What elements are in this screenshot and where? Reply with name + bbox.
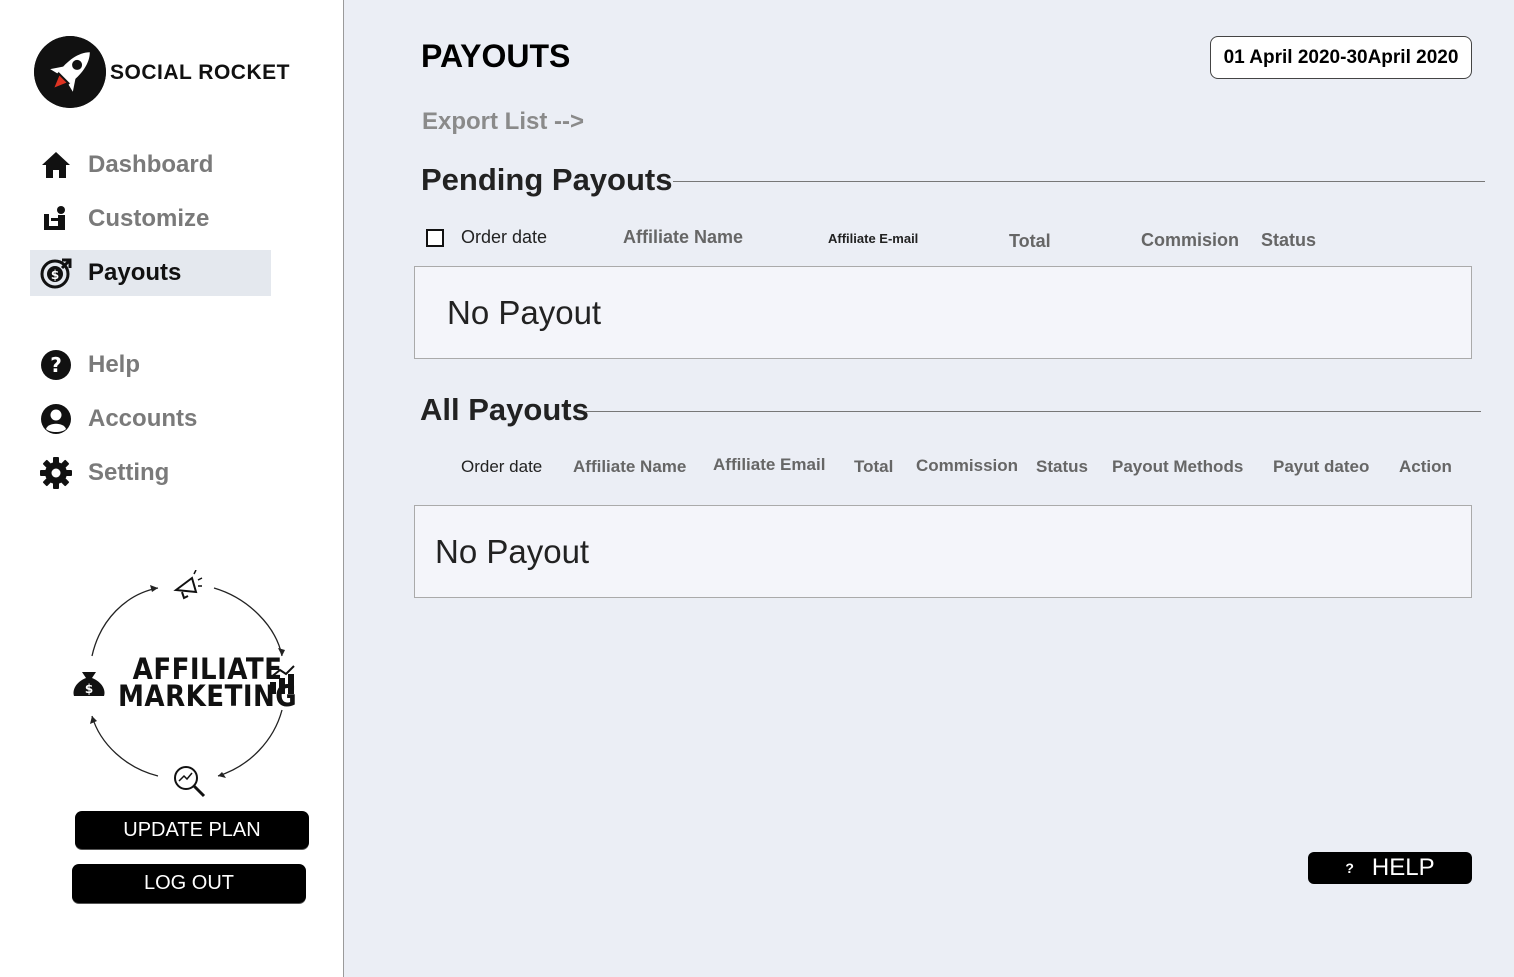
column-header[interactable]: Affiliate Email [713, 455, 825, 475]
svg-text:$: $ [51, 268, 59, 282]
empty-state-text: No Payout [447, 293, 602, 331]
sidebar-item-accounts[interactable]: Accounts [30, 396, 271, 442]
column-header[interactable]: Affiliate E-mail [828, 231, 918, 246]
all-payouts-divider [586, 411, 1481, 412]
help-button[interactable]: ? HELP [1308, 852, 1472, 884]
pending-payouts-table: No Payout [414, 266, 1472, 359]
column-header[interactable]: Total [1009, 231, 1051, 252]
sidebar-item-label: Payouts [88, 259, 182, 286]
column-header[interactable]: Action [1399, 457, 1452, 477]
sidebar-item-dashboard[interactable]: Dashboard [30, 142, 271, 188]
question-icon: ? [1345, 860, 1354, 876]
svg-text:?: ? [50, 353, 62, 377]
sidebar-item-label: Help [88, 351, 141, 378]
column-header[interactable]: Total [854, 457, 893, 477]
brand-name: SOCIAL ROCKET [110, 61, 290, 84]
sidebar-item-label: Dashboard [88, 151, 214, 178]
promo-line-2: MARKETING [118, 679, 298, 713]
sidebar-item-payouts[interactable]: $ Payouts [30, 250, 271, 296]
column-header[interactable]: Affiliate Name [573, 457, 686, 477]
sidebar-item-label: Setting [88, 459, 170, 486]
all-payouts-table: No Payout [414, 505, 1472, 598]
help-button-label: HELP [1371, 854, 1435, 881]
help-icon: ? [38, 347, 74, 383]
customize-icon [38, 201, 74, 237]
column-header[interactable]: Order date [461, 227, 547, 248]
update-plan-button[interactable]: UPDATE PLAN [75, 811, 309, 849]
affiliate-marketing-label: AFFILIATE MARKETING [118, 655, 298, 713]
sidebar-item-label: Customize [88, 205, 210, 232]
sidebar-item-label: Accounts [88, 405, 198, 432]
affiliate-marketing-graphic: $ AFFILIATE MARKETING [70, 570, 300, 800]
column-header[interactable]: Payout Methods [1112, 457, 1243, 477]
column-header[interactable]: Payut dateo [1273, 457, 1369, 477]
account-icon [38, 401, 74, 437]
column-header[interactable]: Commision [1141, 230, 1239, 251]
select-all-checkbox[interactable] [426, 229, 444, 247]
rocket-logo-icon [34, 36, 106, 108]
all-payouts-title: All Payouts [420, 392, 589, 427]
column-header[interactable]: Order date [461, 457, 542, 477]
gear-icon [38, 455, 74, 491]
empty-state-text: No Payout [435, 532, 590, 570]
brand-logo[interactable]: SOCIAL ROCKET [34, 36, 290, 108]
sidebar-item-customize[interactable]: Customize [30, 196, 271, 242]
payouts-icon: $ [38, 255, 74, 291]
sidebar: SOCIAL ROCKET Dashboard Customize $ Payo… [0, 0, 344, 977]
export-list-link[interactable]: Export List --> [422, 108, 584, 136]
sidebar-item-help[interactable]: ? Help [30, 342, 271, 388]
home-icon [38, 147, 74, 183]
column-header[interactable]: Commission [916, 456, 1018, 476]
column-header[interactable]: Affiliate Name [623, 227, 743, 248]
pending-divider [673, 181, 1485, 182]
page-title: PAYOUTS [421, 38, 571, 74]
column-header[interactable]: Status [1261, 230, 1316, 251]
column-header[interactable]: Status [1036, 457, 1088, 477]
pending-payouts-title: Pending Payouts [421, 162, 673, 197]
megaphone-icon [173, 570, 203, 600]
sidebar-item-setting[interactable]: Setting [30, 450, 271, 496]
svg-text:$: $ [85, 682, 93, 696]
date-range-picker[interactable]: 01 April 2020-30April 2020 [1210, 36, 1472, 79]
logout-button[interactable]: LOG OUT [72, 864, 306, 903]
